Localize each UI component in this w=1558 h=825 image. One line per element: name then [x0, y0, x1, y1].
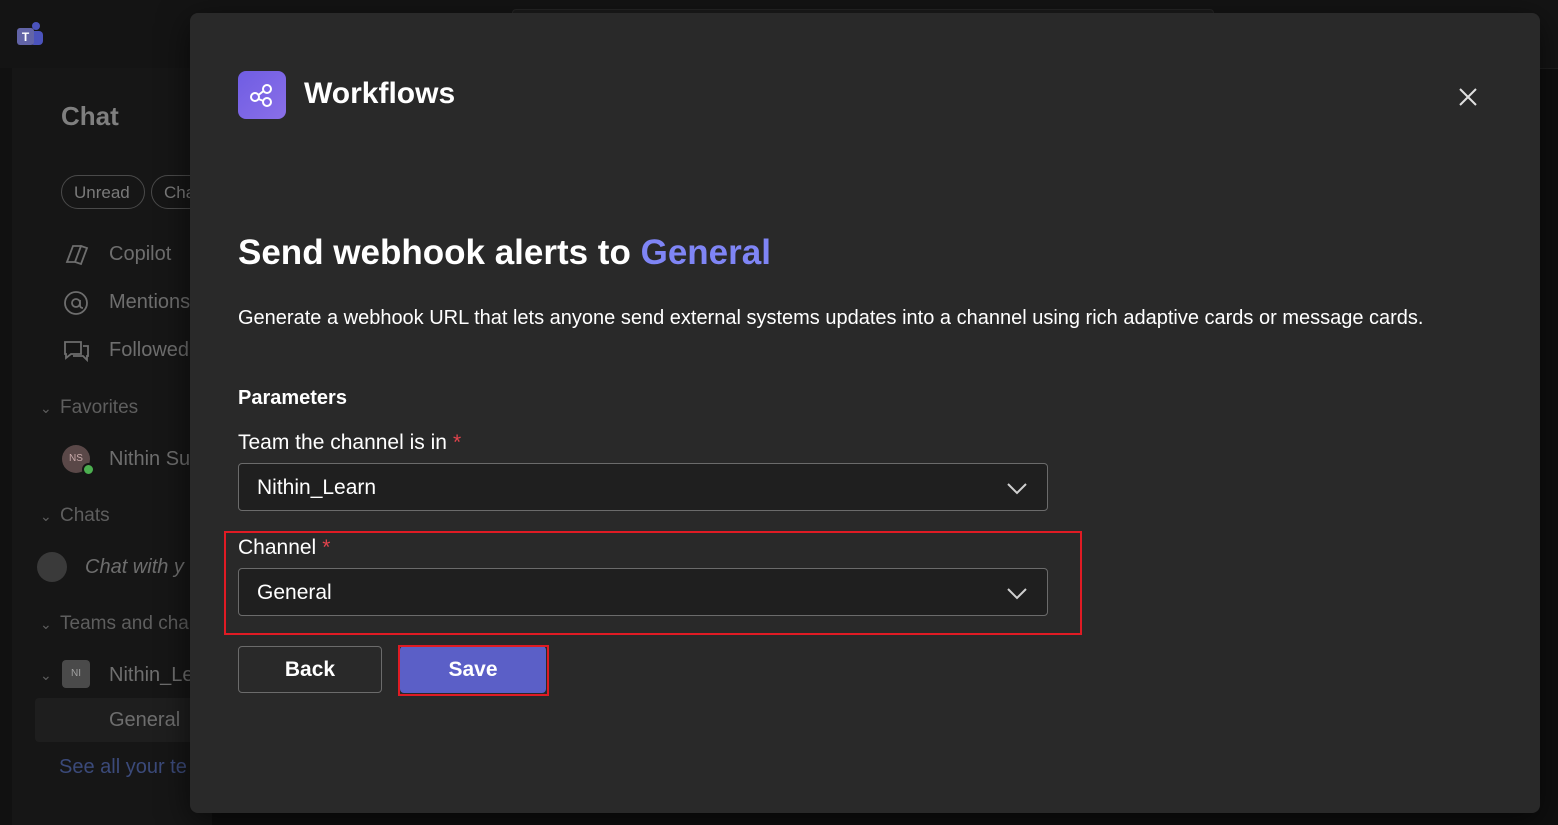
presence-indicator — [82, 463, 95, 476]
svg-text:T: T — [22, 30, 30, 44]
copilot-icon — [61, 242, 91, 268]
team-dropdown-value: Nithin_Learn — [257, 476, 377, 499]
section-chats-label: Chats — [60, 505, 110, 526]
required-marker: * — [452, 431, 462, 454]
page-title-channel: General — [640, 233, 771, 272]
required-marker: * — [322, 536, 331, 559]
channel-dropdown[interactable]: General — [238, 568, 1048, 616]
close-button[interactable] — [1452, 81, 1484, 113]
nav-copilot[interactable]: Copilot — [61, 239, 171, 269]
chevron-down-icon: ⌄ — [40, 400, 52, 416]
see-all-teams-link[interactable]: See all your te — [59, 756, 187, 779]
section-teams-label: Teams and cha — [60, 613, 189, 634]
nav-copilot-label: Copilot — [109, 243, 172, 265]
followed-icon — [61, 338, 91, 364]
team-field-label: Team the channel is in * — [238, 431, 461, 455]
workflows-icon — [238, 71, 286, 119]
team-name[interactable]: Nithin_Le — [109, 664, 194, 687]
section-favorites-label: Favorites — [60, 397, 139, 418]
bot-avatar — [37, 552, 67, 582]
teams-logo-icon[interactable]: T — [14, 18, 46, 50]
chevron-down-icon: ⌄ — [40, 667, 52, 683]
channel-dropdown-value: General — [257, 581, 332, 604]
app-rail — [0, 68, 12, 825]
page-title: Send webhook alerts to General — [238, 233, 771, 273]
nav-mentions[interactable]: Mentions — [61, 287, 190, 317]
page-title-prefix: Send webhook alerts to — [238, 233, 631, 272]
filter-unread[interactable]: Unread — [61, 175, 145, 209]
back-button[interactable]: Back — [238, 646, 382, 693]
channel-field-label: Channel * — [238, 536, 330, 560]
dialog-description: Generate a webhook URL that lets anyone … — [238, 307, 1424, 329]
team-dropdown[interactable]: Nithin_Learn — [238, 463, 1048, 511]
close-icon — [1459, 88, 1477, 106]
nav-mentions-label: Mentions — [109, 291, 191, 313]
section-chats[interactable]: ⌄ Chats — [40, 505, 110, 527]
save-highlight-box — [398, 645, 549, 696]
chevron-down-icon — [1007, 588, 1027, 600]
channel-field-label-text: Channel — [238, 536, 317, 559]
channel-name[interactable]: General — [109, 709, 180, 732]
chat-title: Chat — [61, 101, 119, 131]
section-teams[interactable]: ⌄ Teams and cha — [40, 613, 189, 635]
team-expand[interactable]: ⌄ — [40, 664, 60, 686]
favorite-contact[interactable]: Nithin Su — [109, 448, 190, 471]
chevron-down-icon: ⌄ — [40, 616, 52, 632]
chevron-down-icon — [1007, 483, 1027, 495]
nav-followed[interactable]: Followed — [61, 335, 189, 365]
dialog-app-name: Workflows — [304, 77, 456, 110]
parameters-heading: Parameters — [238, 387, 347, 409]
workflows-dialog: Workflows Send webhook alerts to General… — [190, 13, 1540, 813]
chevron-down-icon: ⌄ — [40, 508, 52, 524]
section-favorites[interactable]: ⌄ Favorites — [40, 397, 138, 419]
chat-item[interactable]: Chat with y — [85, 556, 184, 579]
nav-followed-label: Followed — [109, 339, 190, 361]
team-avatar: NI — [62, 660, 90, 688]
mention-icon — [61, 290, 91, 316]
team-field-label-text: Team the channel is in — [238, 431, 447, 454]
